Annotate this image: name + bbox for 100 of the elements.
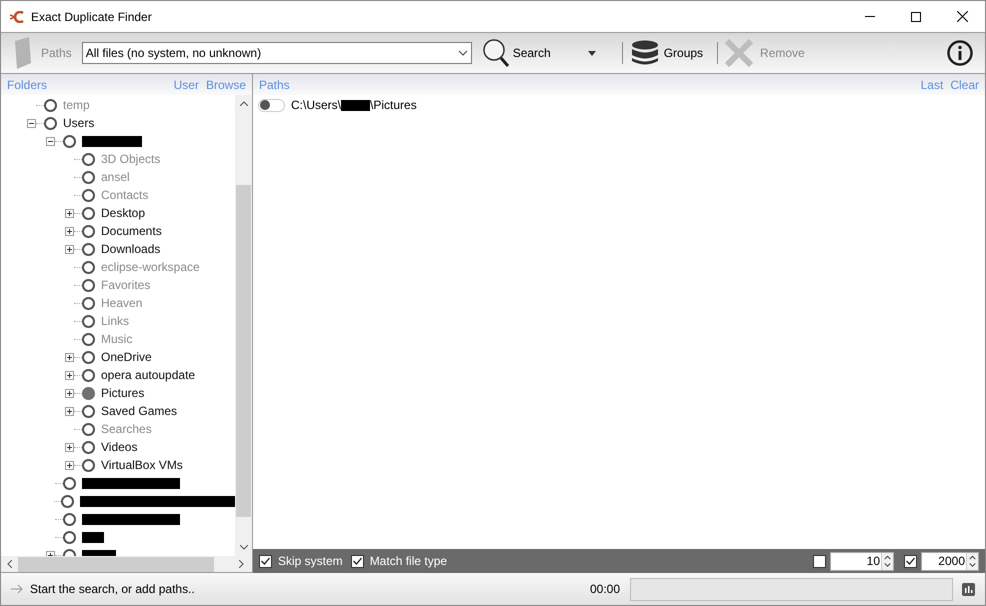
scroll-left-icon[interactable] — [7, 560, 12, 568]
radio[interactable] — [63, 530, 76, 544]
radio[interactable] — [82, 422, 95, 436]
info-icon[interactable] — [947, 40, 973, 66]
folder-icon — [13, 37, 33, 69]
scroll-down-icon[interactable] — [240, 545, 248, 550]
checkbox[interactable] — [259, 554, 272, 568]
radio[interactable] — [61, 494, 74, 508]
radio[interactable] — [82, 170, 95, 184]
panel-link[interactable]: Last — [920, 76, 944, 94]
number-spinner[interactable]: 10 — [830, 552, 894, 570]
radio[interactable] — [63, 134, 76, 148]
redaction-bar — [341, 100, 370, 110]
radio[interactable] — [82, 152, 95, 166]
panel-link[interactable]: Clear — [950, 76, 979, 94]
expand-icon[interactable] — [65, 352, 74, 362]
collapse-icon[interactable] — [46, 136, 55, 146]
checkbox[interactable] — [350, 554, 364, 568]
expand-icon[interactable] — [65, 406, 74, 416]
expand-icon[interactable] — [65, 388, 74, 398]
folder-name[interactable]: eclipse-workspace — [101, 258, 200, 276]
scrollbar-thumb[interactable] — [236, 185, 251, 517]
horizontal-scrollbar[interactable] — [1, 556, 252, 573]
folder-name[interactable]: Users — [63, 114, 94, 132]
panel-title: Folders — [7, 76, 48, 94]
folder-name[interactable]: Documents — [101, 222, 162, 240]
expand-icon[interactable] — [65, 442, 74, 452]
folder-name[interactable]: opera autoupdate — [101, 366, 196, 384]
radio[interactable] — [82, 296, 95, 310]
scroll-right-icon[interactable] — [239, 560, 244, 568]
folder-name[interactable]: OneDrive — [101, 348, 152, 366]
checkbox[interactable] — [813, 554, 826, 568]
panel-link[interactable]: User — [174, 76, 199, 94]
radio[interactable] — [82, 332, 95, 346]
folder-name[interactable]: Downloads — [101, 240, 160, 258]
radio[interactable] — [63, 476, 76, 490]
collapse-icon[interactable] — [27, 118, 36, 128]
folder-name[interactable]: ansel — [101, 168, 130, 186]
folder-name[interactable]: temp — [63, 96, 90, 114]
checked-radio[interactable] — [82, 386, 95, 400]
scroll-up-icon[interactable] — [240, 101, 248, 106]
radio[interactable] — [82, 224, 95, 238]
folder-name[interactable]: Pictures — [101, 384, 144, 402]
chevron-down-icon — [458, 50, 468, 56]
radio[interactable] — [82, 242, 95, 256]
folder-name[interactable]: Desktop — [101, 204, 146, 222]
path-suffix: \Pictures — [370, 97, 417, 114]
filter-dropdown[interactable]: All files (no system, no unknown) — [82, 42, 472, 64]
folder-name[interactable]: Videos — [101, 438, 138, 456]
radio[interactable] — [82, 314, 95, 328]
option-label: Skip system — [278, 553, 343, 570]
radio[interactable] — [82, 278, 95, 292]
expand-icon[interactable] — [65, 226, 74, 236]
elapsed-time: 00:00 — [590, 581, 620, 598]
chart-icon[interactable] — [962, 582, 975, 596]
folder-name[interactable]: Favorites — [101, 276, 150, 294]
path-prefix: C:\Users\ — [291, 97, 342, 114]
radio[interactable] — [44, 116, 57, 130]
folder-name[interactable]: VirtualBox VMs — [101, 456, 183, 474]
radio[interactable] — [82, 350, 95, 364]
dropdown-arrow-icon[interactable] — [588, 50, 596, 56]
panel-title: Paths — [259, 76, 290, 94]
number-spinner[interactable]: 2000 — [921, 552, 979, 570]
toggle-switch[interactable] — [258, 98, 285, 112]
app-logo-icon — [9, 10, 25, 22]
x-icon — [724, 38, 754, 68]
option-label: Match file type — [370, 553, 448, 570]
folder-name[interactable]: Links — [101, 312, 130, 330]
radio[interactable] — [82, 188, 95, 202]
radio[interactable] — [82, 458, 95, 472]
radio[interactable] — [82, 404, 95, 418]
status-message: Start the search, or add paths.. — [30, 581, 195, 598]
groups-button[interactable]: Groups — [628, 36, 706, 70]
radio[interactable] — [82, 368, 95, 382]
folder-name[interactable]: Saved Games — [101, 402, 178, 420]
magnifier-icon — [482, 38, 510, 68]
radio[interactable] — [82, 260, 95, 274]
radio[interactable] — [63, 512, 76, 526]
radio[interactable] — [44, 98, 57, 112]
arrow-right-icon — [11, 584, 23, 594]
checkbox[interactable] — [904, 554, 917, 568]
window-title: Exact Duplicate Finder — [31, 8, 152, 26]
folder-name[interactable]: Contacts — [101, 186, 148, 204]
search-button[interactable]: Search — [482, 36, 582, 70]
panel-link[interactable]: Browse — [206, 76, 246, 94]
expand-icon[interactable] — [65, 208, 74, 218]
expand-icon[interactable] — [65, 460, 74, 470]
close-icon — [956, 11, 968, 22]
expand-icon[interactable] — [65, 370, 74, 380]
folder-name[interactable]: Music — [101, 330, 132, 348]
folder-name[interactable]: 3D Objects — [101, 150, 160, 168]
radio[interactable] — [82, 206, 95, 220]
folder-name[interactable]: Searches — [101, 420, 152, 438]
redaction-bar — [82, 532, 104, 542]
vertical-scrollbar[interactable] — [235, 95, 252, 556]
redaction-bar — [82, 136, 142, 146]
folder-name[interactable]: Heaven — [101, 294, 142, 312]
database-icon — [630, 40, 659, 66]
expand-icon[interactable] — [65, 244, 74, 254]
radio[interactable] — [82, 440, 95, 454]
